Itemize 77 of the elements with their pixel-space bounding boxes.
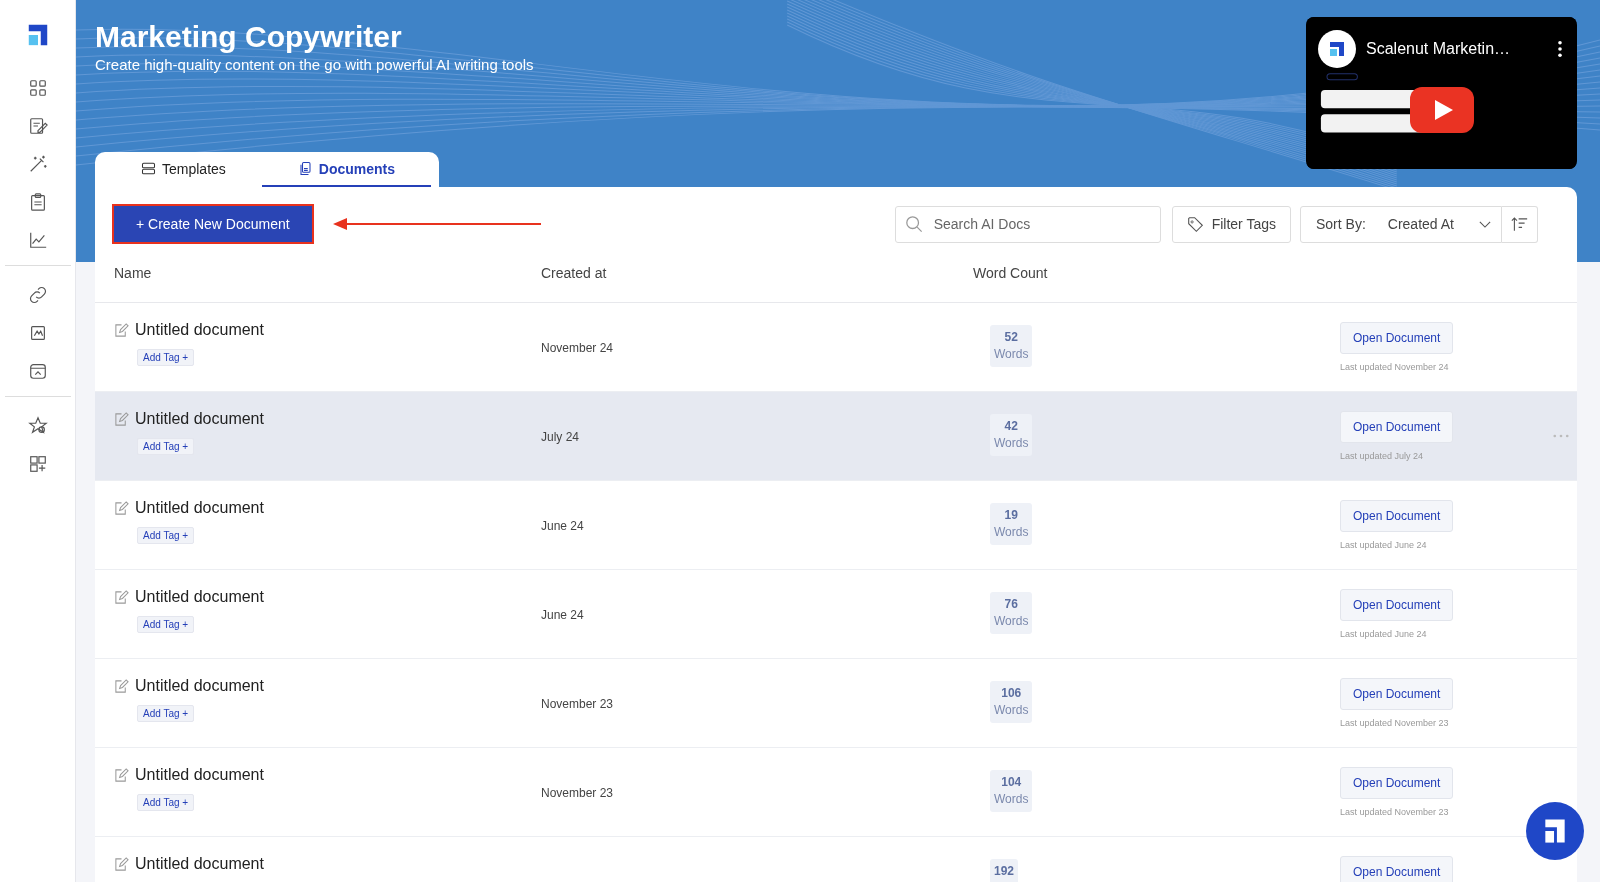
- word-count-badge: 192: [990, 859, 1019, 882]
- document-name[interactable]: Untitled document: [135, 499, 264, 517]
- edit-document-icon: [114, 856, 129, 872]
- edit-document-icon: [114, 767, 129, 783]
- sort-order-icon: [1511, 216, 1528, 232]
- chevron-down-icon: [1479, 220, 1491, 228]
- stack-icon: [141, 161, 156, 176]
- documents-icon: [297, 161, 313, 176]
- add-tag-button[interactable]: Add Tag +: [137, 616, 195, 633]
- filter-tags-button[interactable]: Filter Tags: [1171, 205, 1291, 243]
- word-count-badge: 52 Words: [990, 325, 1033, 367]
- edit-document-icon: [114, 589, 129, 605]
- word-count-badge: 42 Words: [990, 414, 1033, 456]
- last-updated-text: Last updated November 24: [1340, 362, 1449, 372]
- page-subtitle: Create high-quality content on the go with powerful AI writing tools: [95, 56, 534, 73]
- channel-logo-icon: [1318, 30, 1356, 68]
- video-player[interactable]: Scalenut Marketin…: [1306, 17, 1577, 169]
- word-count-badge: 19 Words: [990, 503, 1033, 545]
- table-row[interactable]: Untitled document Add Tag + July 24 42 Words Open Document Last updated July 24: [95, 392, 1577, 481]
- edit-document-icon: [114, 500, 129, 516]
- last-updated-text: Last updated November 23: [1340, 718, 1449, 728]
- edit-document-icon: [114, 678, 129, 694]
- column-header: Created at: [541, 265, 608, 281]
- link-icon[interactable]: [27, 285, 48, 305]
- created-date: November 23: [541, 786, 614, 800]
- document-name[interactable]: Untitled document: [135, 321, 264, 339]
- column-header: Word Count: [973, 265, 1049, 281]
- word-count-badge: 106 Words: [990, 681, 1033, 723]
- sort-order-button[interactable]: [1502, 205, 1538, 243]
- open-document-button[interactable]: Open Document: [1340, 411, 1454, 443]
- apps-icon[interactable]: [27, 454, 48, 474]
- page-title: Marketing Copywriter: [95, 19, 403, 55]
- chat-launcher-icon[interactable]: [1526, 802, 1584, 860]
- last-updated-text: Last updated July 24: [1340, 451, 1424, 461]
- last-updated-text: Last updated June 24: [1340, 629, 1427, 639]
- created-date: June 24: [541, 608, 584, 622]
- open-document-button[interactable]: Open Document: [1340, 856, 1454, 882]
- browser-icon[interactable]: [27, 361, 48, 381]
- sort-dropdown[interactable]: Sort By: Created At: [1300, 205, 1502, 243]
- open-document-button[interactable]: Open Document: [1340, 589, 1454, 621]
- open-document-button[interactable]: Open Document: [1340, 767, 1454, 799]
- last-updated-text: Last updated June 24: [1340, 540, 1427, 550]
- document-name[interactable]: Untitled document: [135, 855, 264, 873]
- document-name[interactable]: Untitled document: [135, 766, 264, 784]
- word-count-badge: 76 Words: [990, 592, 1033, 634]
- document-name[interactable]: Untitled document: [135, 677, 264, 695]
- add-tag-button[interactable]: Add Tag +: [137, 794, 195, 811]
- edit-document-icon: [114, 411, 129, 427]
- tag-icon: [1186, 215, 1204, 233]
- open-document-button[interactable]: Open Document: [1340, 322, 1454, 354]
- search-icon: [904, 214, 923, 233]
- document-name[interactable]: Untitled document: [135, 410, 264, 428]
- open-document-button[interactable]: Open Document: [1340, 500, 1454, 532]
- add-tag-button[interactable]: Add Tag +: [137, 705, 195, 722]
- create-document-button[interactable]: + Create New Document: [112, 204, 314, 244]
- created-date: November 23: [541, 697, 614, 711]
- add-tag-button[interactable]: Add Tag +: [137, 349, 195, 366]
- star-search-icon[interactable]: [27, 416, 48, 436]
- add-tag-button[interactable]: Add Tag +: [137, 438, 195, 455]
- play-button-icon[interactable]: [1410, 87, 1474, 133]
- column-header: Name: [113, 265, 153, 281]
- open-document-button[interactable]: Open Document: [1340, 678, 1454, 710]
- dashboard-icon[interactable]: [27, 78, 48, 98]
- add-tag-button[interactable]: Add Tag +: [137, 527, 195, 544]
- created-date: June 24: [541, 519, 584, 533]
- more-icon[interactable]: [1557, 40, 1563, 58]
- created-date: November 24: [541, 341, 614, 355]
- edit-document-icon: [114, 322, 129, 338]
- search-field[interactable]: Search AI Docs: [894, 205, 1161, 243]
- document-name[interactable]: Untitled document: [135, 588, 264, 606]
- chart-icon[interactable]: [27, 230, 48, 250]
- video-title: Scalenut Marketin…: [1366, 40, 1512, 58]
- created-date: July 24: [541, 430, 580, 444]
- word-count-badge: 104 Words: [990, 770, 1033, 812]
- edit-document-icon[interactable]: [27, 116, 48, 136]
- last-updated-text: Last updated November 23: [1340, 807, 1449, 817]
- tab[interactable]: Templates: [105, 152, 262, 187]
